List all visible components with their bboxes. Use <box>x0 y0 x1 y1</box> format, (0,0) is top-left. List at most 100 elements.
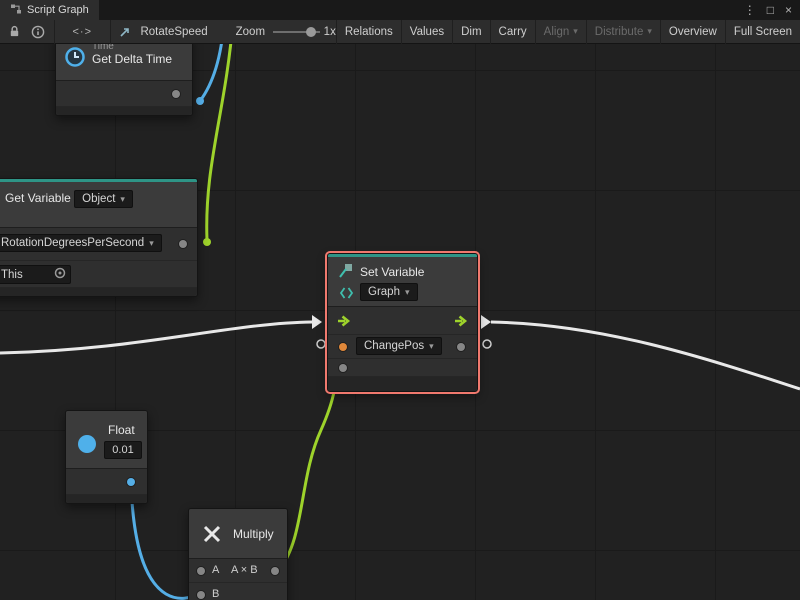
chevron-down-icon: ▾ <box>573 26 578 37</box>
node-header: Float 0.01 <box>66 411 147 469</box>
button-label: Carry <box>499 26 527 38</box>
unity-script-graph-window: Time Get Delta Time Get Variable Object … <box>0 0 800 600</box>
button-label: Full Screen <box>734 26 792 38</box>
toolbar-buttons: Relations Values Dim Carry Align ▾ Distr… <box>336 20 800 44</box>
object-picker-icon[interactable] <box>54 267 66 282</box>
close-icon[interactable]: × <box>785 3 792 17</box>
graph-asset-icon <box>114 26 136 38</box>
distribute-button[interactable]: Distribute ▾ <box>587 20 661 44</box>
variable-name-label: RotationDegreesPerSecond <box>1 237 144 249</box>
output-port[interactable] <box>172 90 180 98</box>
value-input-port[interactable] <box>339 364 347 372</box>
zoom-slider[interactable] <box>273 25 320 39</box>
node-float[interactable]: Float 0.01 <box>65 410 148 504</box>
graph-scope-icon <box>339 286 354 303</box>
port-label-b: B <box>212 588 219 600</box>
flow-output-arrow-icon[interactable] <box>453 315 469 330</box>
variable-scope-label: Object <box>82 193 115 205</box>
node-header: Multiply <box>189 509 287 559</box>
port-row-a: A A × B <box>189 559 287 583</box>
chevron-down-icon: ▾ <box>405 287 410 298</box>
node-footer <box>328 377 477 391</box>
chevron-down-icon: ▾ <box>149 238 154 249</box>
target-object-field[interactable]: This <box>0 265 71 284</box>
value-input-row <box>328 359 477 377</box>
tab-title: Script Graph <box>27 4 89 16</box>
node-set-variable[interactable]: Set Variable Graph ▾ <box>327 253 478 392</box>
button-label: Align <box>544 26 570 38</box>
variable-input-port[interactable] <box>339 343 347 351</box>
input-port-a[interactable] <box>197 567 205 575</box>
node-title: Get Variable <box>5 191 71 205</box>
button-label: Distribute <box>595 26 644 38</box>
value-output-port[interactable] <box>179 240 187 248</box>
node-header: Get Variable Object ▾ <box>0 182 197 228</box>
node-title: Multiply <box>233 527 274 541</box>
button-label: Overview <box>669 26 717 38</box>
flow-port-row <box>328 307 477 335</box>
clock-icon <box>64 46 86 71</box>
button-label: Dim <box>461 26 481 38</box>
full-screen-button[interactable]: Full Screen <box>726 20 800 44</box>
overview-button[interactable]: Overview <box>661 20 726 44</box>
multiply-icon <box>201 523 223 548</box>
port-row <box>66 469 147 495</box>
dim-button[interactable]: Dim <box>453 20 490 44</box>
node-title: Float <box>108 423 135 437</box>
tab-bar: Script Graph ⋮ □ × <box>0 0 800 20</box>
node-header: Set Variable Graph ▾ <box>328 257 477 307</box>
graph-name: RotateSpeed <box>140 26 207 38</box>
zoom-value: 1x <box>324 26 336 38</box>
input-port-b[interactable] <box>197 591 205 599</box>
output-port[interactable] <box>271 567 279 575</box>
tab-script-graph[interactable]: Script Graph <box>0 0 99 20</box>
code-icon[interactable]: <·> <box>72 26 92 38</box>
carry-button[interactable]: Carry <box>491 20 536 44</box>
port-label-a: A <box>212 564 219 576</box>
float-icon <box>78 435 96 453</box>
chevron-down-icon: ▾ <box>120 194 125 205</box>
zoom-label: Zoom <box>236 26 265 38</box>
output-port[interactable] <box>127 478 135 486</box>
variable-name-row: RotationDegreesPerSecond ▾ <box>0 228 197 261</box>
set-variable-icon <box>337 263 353 282</box>
zoom-slider-knob[interactable] <box>306 27 316 37</box>
node-footer <box>56 107 192 115</box>
script-graph-icon <box>10 3 22 18</box>
variable-name-dropdown[interactable]: RotationDegreesPerSecond ▾ <box>0 234 162 252</box>
button-label: Values <box>410 26 444 38</box>
flow-input-arrow-icon[interactable] <box>336 315 352 330</box>
variable-scope-label: Graph <box>368 286 400 298</box>
node-title: Set Variable <box>360 265 424 279</box>
button-label: Relations <box>345 26 393 38</box>
node-footer <box>0 288 197 296</box>
value-output-port[interactable] <box>457 343 465 351</box>
lock-icon[interactable] <box>3 25 26 38</box>
menu-icon[interactable]: ⋮ <box>744 3 756 17</box>
node-multiply[interactable]: Multiply A A × B B <box>188 508 288 600</box>
node-title: Get Delta Time <box>92 52 172 66</box>
variable-scope-dropdown[interactable]: Object ▾ <box>74 190 133 208</box>
node-footer <box>66 495 147 503</box>
variable-scope-dropdown[interactable]: Graph ▾ <box>360 283 418 301</box>
relations-button[interactable]: Relations <box>337 20 402 44</box>
variable-name-label: ChangePos <box>364 340 424 352</box>
port-label-output: A × B <box>231 564 258 576</box>
chevron-down-icon: ▾ <box>429 341 434 352</box>
port-row <box>56 81 192 107</box>
port-row-b: B <box>189 583 287 600</box>
chevron-down-icon: ▾ <box>647 26 652 37</box>
window-controls: ⋮ □ × <box>744 0 800 20</box>
info-icon[interactable] <box>26 25 50 39</box>
target-object-label: This <box>1 269 23 281</box>
float-value-input[interactable]: 0.01 <box>104 441 142 459</box>
target-object-row: This <box>0 261 197 288</box>
node-get-delta-time[interactable]: Time Get Delta Time <box>55 35 193 116</box>
graph-toolbar: <·> RotateSpeed Zoom 1x Relations Values… <box>0 20 800 44</box>
align-button[interactable]: Align ▾ <box>536 20 587 44</box>
values-button[interactable]: Values <box>402 20 453 44</box>
variable-name-dropdown[interactable]: ChangePos ▾ <box>356 337 442 355</box>
variable-name-row: ChangePos ▾ <box>328 335 477 359</box>
node-get-variable[interactable]: Get Variable Object ▾ RotationDegreesPer… <box>0 178 198 297</box>
maximize-icon[interactable]: □ <box>767 3 774 17</box>
